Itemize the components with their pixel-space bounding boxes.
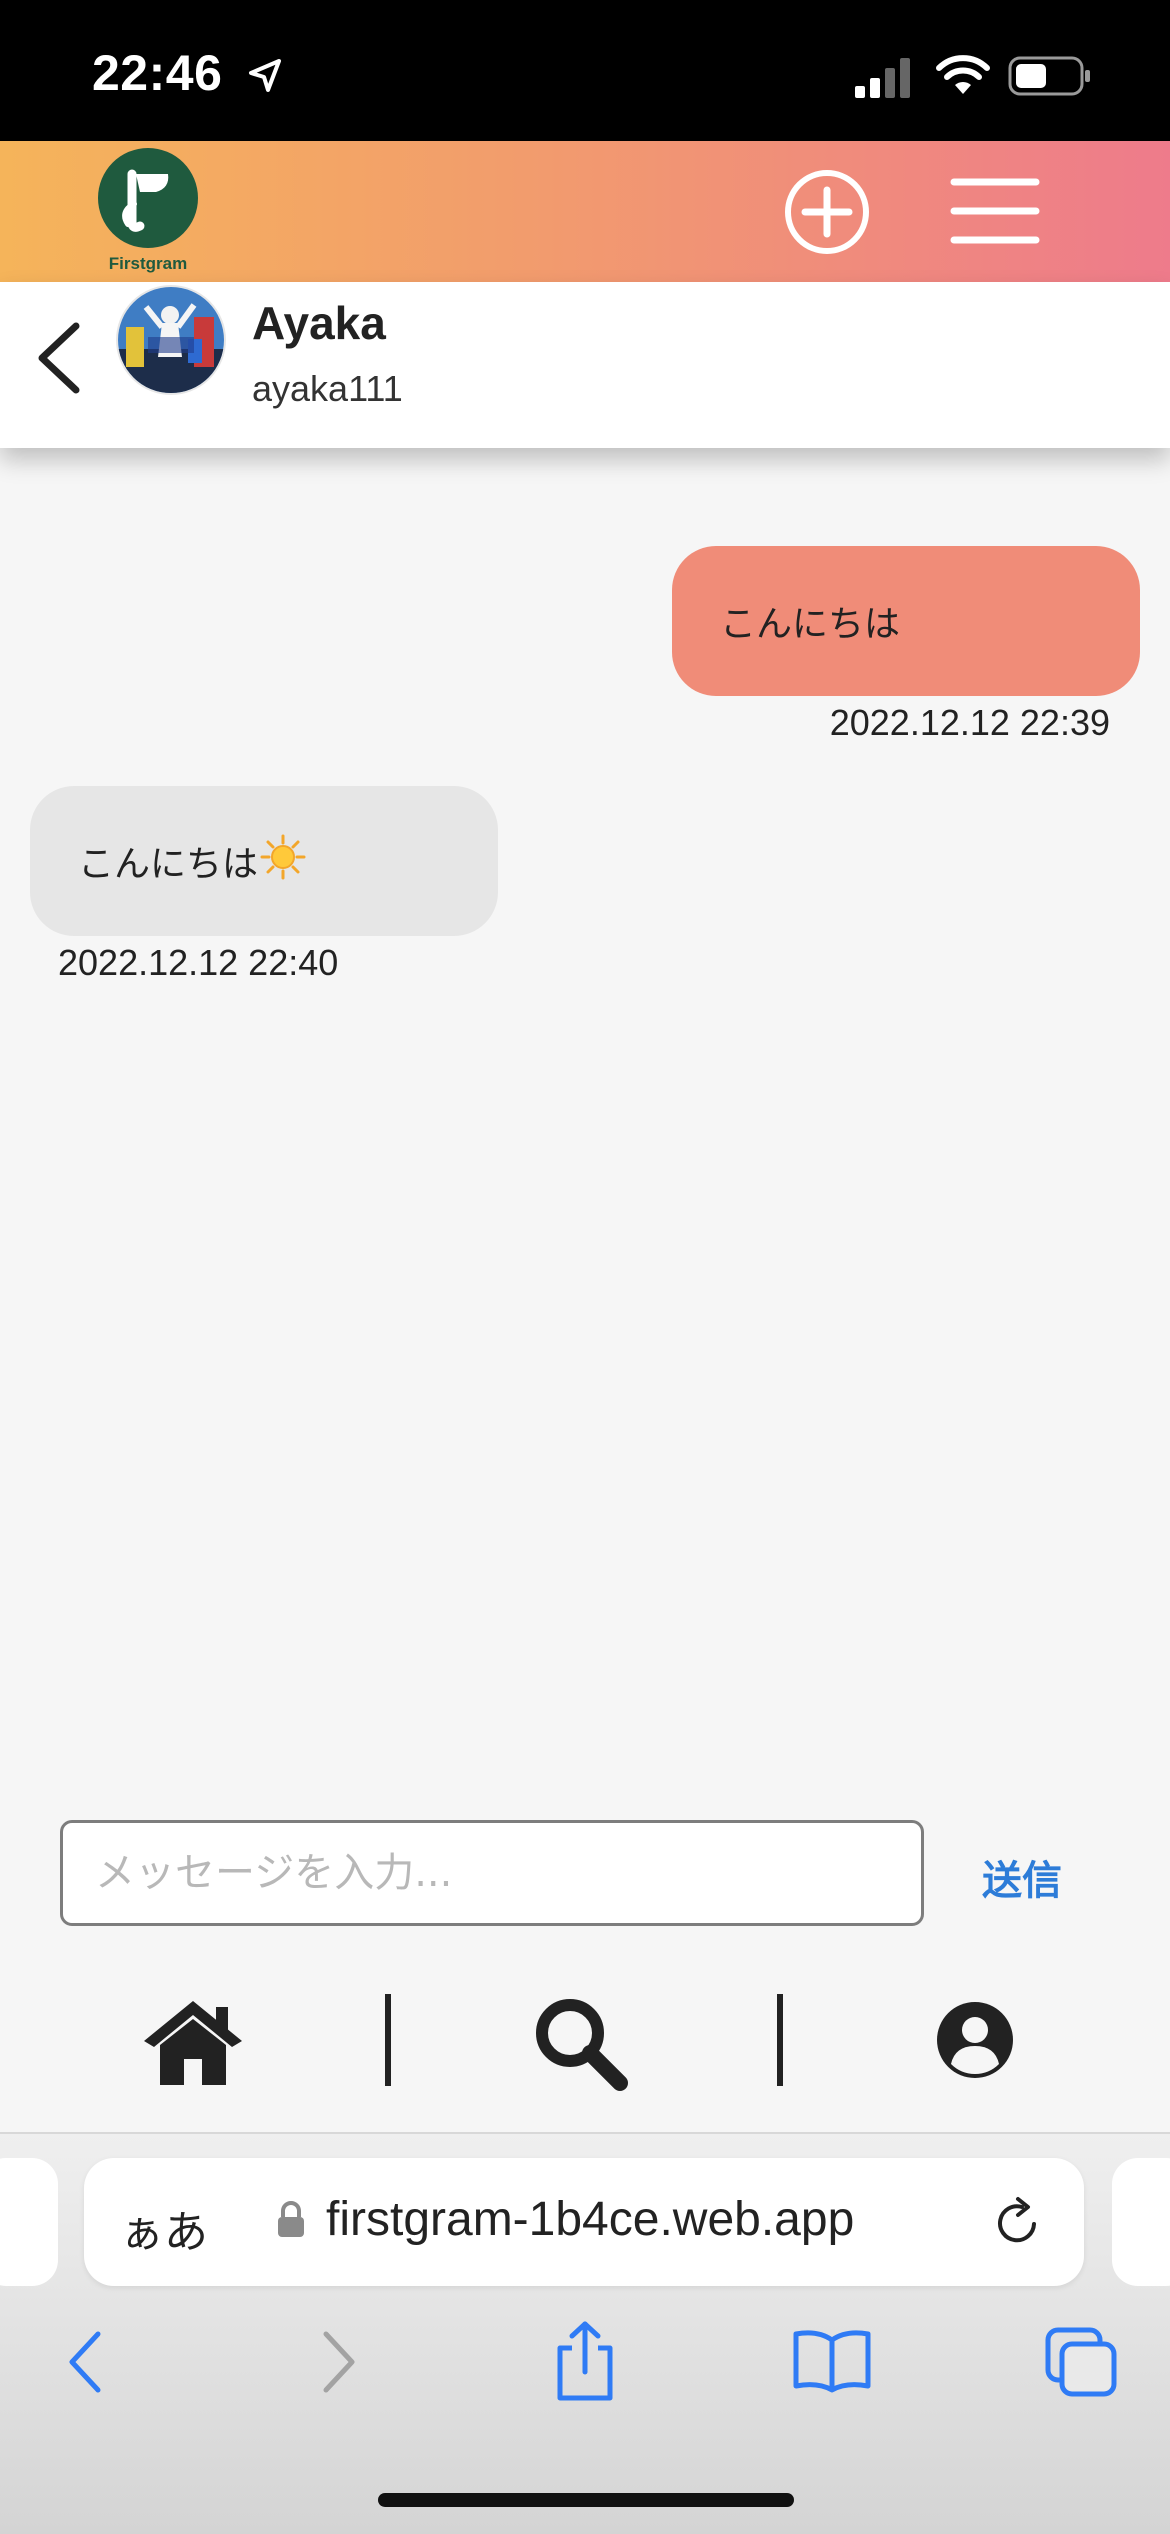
reload-icon[interactable] (992, 2194, 1044, 2255)
browser-back-icon[interactable] (66, 2330, 106, 2399)
sun-icon (260, 834, 306, 889)
hamburger-menu-icon[interactable] (950, 176, 1040, 246)
browser-forward-icon[interactable] (318, 2330, 358, 2399)
wifi-icon (935, 54, 991, 101)
received-message-bubble: こんにちは (30, 786, 498, 936)
page-settings-button[interactable]: ぁあ (120, 2196, 208, 2260)
sent-message-bubble: こんにちは (672, 546, 1140, 696)
profile-icon[interactable] (935, 2000, 1015, 2085)
tabs-icon[interactable] (1044, 2326, 1120, 2403)
home-indicator (378, 2493, 794, 2507)
cellular-signal-icon (855, 58, 915, 103)
sent-message-timestamp: 2022.12.12 22:39 (829, 702, 1110, 743)
avatar[interactable] (116, 285, 226, 395)
next-tab-preview[interactable] (1112, 2158, 1170, 2286)
received-message-timestamp: 2022.12.12 22:40 (58, 942, 339, 983)
logo-text: Firstgram (108, 254, 188, 273)
sent-message-text: こんにちは (720, 603, 901, 644)
location-arrow-icon (245, 56, 285, 101)
bookmarks-icon[interactable] (792, 2328, 872, 2399)
chat-partner-handle: ayaka111 (252, 368, 403, 409)
back-chevron-icon[interactable] (32, 318, 88, 398)
nav-separator (385, 1994, 391, 2086)
new-post-button[interactable] (783, 168, 871, 256)
lock-icon (276, 2201, 306, 2244)
nav-separator (777, 1994, 783, 2086)
home-icon[interactable] (140, 1995, 246, 2092)
firstgram-logo-icon[interactable] (98, 148, 198, 248)
share-icon[interactable] (550, 2320, 620, 2407)
chat-partner-name: Ayaka (252, 297, 386, 349)
status-time: 22:46 (92, 45, 223, 101)
send-button[interactable]: 送信 (982, 1848, 1062, 1906)
battery-icon (1008, 55, 1092, 102)
url-text[interactable]: firstgram-1b4ce.web.app (326, 2192, 854, 2247)
previous-tab-preview[interactable] (0, 2158, 58, 2286)
received-message-text: こんにちは (78, 843, 259, 884)
search-icon[interactable] (532, 1995, 628, 2096)
message-input[interactable] (60, 1820, 924, 1926)
